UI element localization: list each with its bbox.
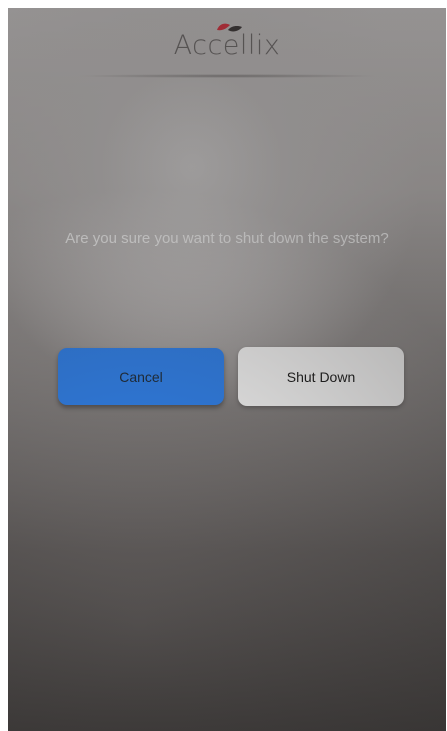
cancel-button[interactable]: Cancel [58,348,224,405]
shut-down-button[interactable]: Shut Down [238,347,404,406]
brand-logo-text: Accellix [173,30,281,61]
cancel-button-label: Cancel [119,368,163,385]
confirmation-message: Are you sure you want to shut down the s… [65,230,389,247]
shut-down-button-label: Shut Down [286,368,356,385]
device-screen: Accellix Are you sure you want to shut d… [8,8,446,731]
app-header: Accellix [8,8,446,80]
header-divider [78,74,378,78]
